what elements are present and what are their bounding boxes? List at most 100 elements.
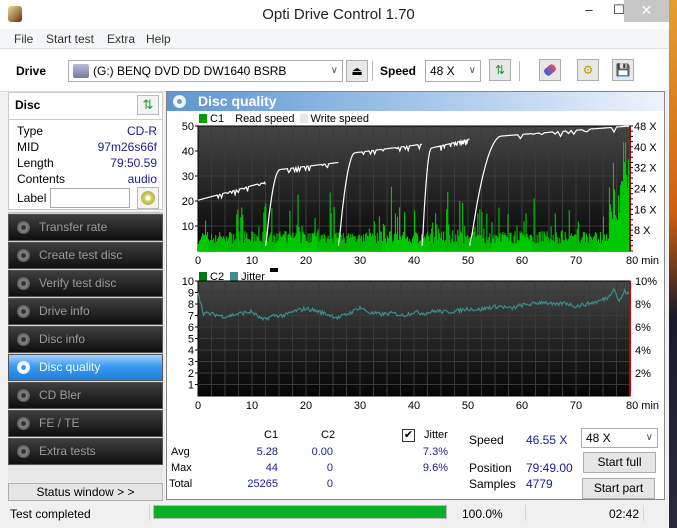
drive-icon <box>73 64 89 78</box>
c1-bar <box>311 233 313 251</box>
eject-button[interactable]: ⏏ <box>346 60 368 82</box>
c1-bar <box>335 232 337 251</box>
c1-bar <box>520 233 522 251</box>
c1-bar <box>376 232 378 251</box>
c1-bar <box>515 243 517 251</box>
nav-transfer-rate[interactable]: Transfer rate <box>8 214 163 241</box>
c1-bar <box>301 225 303 251</box>
c1-bar <box>458 235 460 251</box>
c1-bar <box>492 238 494 251</box>
nav-fe-te[interactable]: FE / TE <box>8 410 163 437</box>
c1-bar <box>366 235 368 251</box>
minimize-button[interactable]: – <box>574 0 604 22</box>
test-speed-select[interactable]: 48 X ∨ <box>581 428 658 448</box>
c1-bar <box>323 233 325 251</box>
c1-bar <box>388 231 390 251</box>
row-total-label: Total <box>169 478 193 490</box>
c1-bar <box>548 243 550 251</box>
c1-bar <box>599 232 601 251</box>
c1-bar <box>612 162 614 251</box>
c1-bar <box>380 231 382 251</box>
c1-bar <box>272 242 274 251</box>
nav-label: FE / TE <box>39 416 80 430</box>
nav-extra-tests[interactable]: Extra tests <box>8 438 163 465</box>
c1-bar <box>309 233 311 251</box>
nav-verify-test-disc[interactable]: Verify test disc <box>8 270 163 297</box>
disc-header: Disc <box>15 98 41 112</box>
menu-file[interactable]: File <box>14 32 33 46</box>
c1-bar <box>324 236 326 251</box>
nav-create-test-disc[interactable]: Create test disc <box>8 242 163 269</box>
label-input[interactable] <box>50 188 130 208</box>
c1-bar <box>508 240 510 251</box>
c1-bar <box>209 241 211 251</box>
c1-bar <box>395 233 397 251</box>
c1-bar <box>336 237 338 251</box>
c1-bar <box>550 226 552 251</box>
c1-bar <box>531 236 533 251</box>
save-button[interactable]: 💾 <box>612 59 634 81</box>
c1-bar <box>407 236 409 251</box>
c1-bar <box>573 234 575 251</box>
c1-bar <box>566 240 568 251</box>
erase-button[interactable] <box>539 59 561 81</box>
refresh-speed-button[interactable]: ⇅ <box>489 59 511 81</box>
c1-bar <box>473 231 475 251</box>
c1-bar <box>499 232 501 251</box>
c1-bar <box>387 238 389 251</box>
nav-disc-quality[interactable]: Disc quality <box>8 354 163 381</box>
status-window-button[interactable]: Status window > > <box>8 483 163 501</box>
c1-bar <box>316 232 318 251</box>
c1-bar <box>433 243 435 251</box>
x-tick: 60 <box>516 400 528 412</box>
c1-bar <box>498 207 500 251</box>
divider <box>149 505 150 521</box>
x-tick: 80 min <box>626 400 659 412</box>
desktop-edge <box>669 0 677 528</box>
c1-bar <box>375 242 377 251</box>
c1-bar <box>215 235 217 251</box>
c1-bar <box>402 231 404 251</box>
x-tick: 20 <box>300 400 312 412</box>
c1-bar <box>233 234 235 251</box>
test-speed-value: 48 X <box>586 431 611 445</box>
c1-bar <box>618 212 620 251</box>
close-button[interactable]: ✕ <box>624 0 669 22</box>
c1-bar <box>549 238 551 251</box>
c1-bar <box>357 235 359 251</box>
settings-button[interactable]: ⚙ <box>577 59 599 81</box>
start-part-button[interactable]: Start part <box>582 478 655 499</box>
disc-refresh-button[interactable]: ⇅ <box>137 95 159 115</box>
label-disc-button[interactable] <box>137 187 159 209</box>
c1-bar <box>418 242 420 251</box>
c1-bar <box>384 238 386 251</box>
nav-disc-info[interactable]: Disc info <box>8 326 163 353</box>
c1-bar <box>307 233 309 251</box>
left-panel: Disc ⇅ Type CD-R MID 97m26s66f Length 79:50… <box>8 92 163 501</box>
total-c1: 25265 <box>247 478 278 490</box>
jitter-checkbox[interactable]: ✔ <box>402 429 415 442</box>
menu-help[interactable]: Help <box>146 32 171 46</box>
menu-extra[interactable]: Extra <box>107 32 135 46</box>
start-full-button[interactable]: Start full <box>583 452 656 473</box>
erase-icon <box>542 63 558 77</box>
drive-select[interactable]: (G:) BENQ DVD DD DW1640 BSRB ∨ <box>68 60 343 82</box>
c1-bar <box>201 236 203 251</box>
menu-start-test[interactable]: Start test <box>46 32 94 46</box>
c1-bar <box>616 220 618 251</box>
c1-bar <box>535 242 537 251</box>
c1-bar <box>245 238 247 251</box>
y-tick-left: 6 <box>188 322 194 334</box>
y-tick-right: 4% <box>635 345 651 357</box>
nav-cd-bler[interactable]: CD Bler <box>8 382 163 409</box>
c1-bar <box>514 231 516 251</box>
c1-bar <box>584 241 586 251</box>
speed-select[interactable]: 48 X ∨ <box>425 60 481 82</box>
c1-bar <box>432 222 434 251</box>
c1-bar <box>446 209 448 251</box>
avg-c2: 0.00 <box>311 446 333 458</box>
c1-bar <box>334 234 336 251</box>
nav-drive-info[interactable]: Drive info <box>8 298 163 325</box>
c1-bar <box>517 240 519 251</box>
c1-bar <box>381 241 383 251</box>
